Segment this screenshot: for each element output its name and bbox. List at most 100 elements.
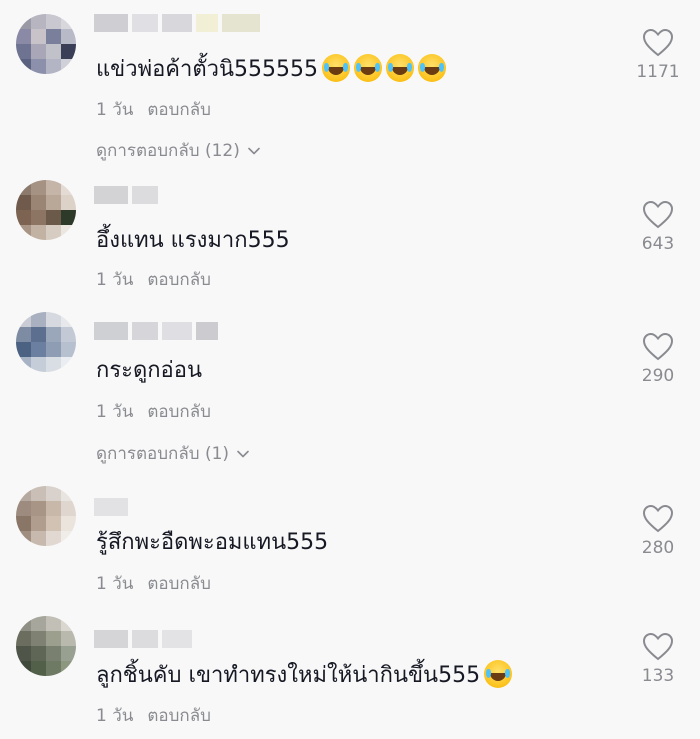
reply-button[interactable]: ตอบกลับ [147,266,211,293]
comment-text: ลูกชิ้นคับ เขาทำทรงใหม่ให้น่ากินขึ้น555 [96,660,513,691]
avatar-pixel [46,180,61,195]
username-pixel [132,322,158,340]
avatar-pixel [16,14,31,29]
avatar-pixel [61,59,76,74]
avatar-pixel [16,646,31,661]
username-pixel [196,14,218,32]
avatar-pixel [31,14,46,29]
username-redacted[interactable] [94,186,158,204]
avatar-pixel [46,59,61,74]
heart-outline-icon [642,200,674,229]
username-pixel [162,630,192,648]
face-with-tears-of-joy-emoji [322,54,351,82]
avatar-pixel [31,531,46,546]
face-with-tears-of-joy-emoji [418,54,447,82]
like-button[interactable]: 280 [636,504,680,558]
avatar-pixel [61,342,76,357]
heart-outline-icon [642,632,674,661]
face-with-tears-of-joy-emoji [354,54,383,82]
avatar-pixel [16,631,31,646]
avatar-pixel [46,327,61,342]
avatar-pixel [16,357,31,372]
heart-outline-icon [642,504,674,533]
avatar-pixel [31,44,46,59]
like-button[interactable]: 643 [636,200,680,254]
avatar-pixel [16,327,31,342]
username-pixel [132,14,158,32]
username-redacted[interactable] [94,498,128,516]
avatar-pixel [16,44,31,59]
comment-time: 1 วัน [96,402,134,422]
avatar-pixel [16,225,31,240]
avatar[interactable] [16,616,76,676]
avatar[interactable] [16,14,76,74]
like-count: 280 [641,538,675,558]
avatar-pixel [61,531,76,546]
avatar-pixel [61,327,76,342]
comment-meta: 1 วัน ตอบกลับ [96,266,211,293]
avatar-pixel [16,531,31,546]
avatar-pixel [46,661,61,676]
comment-time: 1 วัน [96,270,134,290]
comment-text: รู้สึกพะอืดพะอมแทน555 [96,530,329,555]
username-pixel [222,14,260,32]
avatar-pixel [61,180,76,195]
view-replies-button[interactable]: ดูการตอบกลับ (12) [96,137,262,164]
avatar[interactable] [16,312,76,372]
face-with-tears-of-joy-emoji [484,660,513,688]
avatar-pixel [46,195,61,210]
avatar[interactable] [16,486,76,546]
username-redacted[interactable] [94,14,260,32]
avatar-pixel [31,616,46,631]
username-redacted[interactable] [94,630,192,648]
like-button[interactable]: 133 [636,632,680,686]
username-pixel [132,630,158,648]
like-button[interactable]: 290 [636,332,680,386]
avatar-pixel [46,44,61,59]
username-pixel [132,186,158,204]
reply-button[interactable]: ตอบกลับ [147,96,211,123]
avatar-pixel [61,516,76,531]
like-button[interactable]: 1171 [636,28,680,82]
avatar-pixel [61,29,76,44]
emoji-group [318,54,447,82]
avatar-pixel [46,646,61,661]
avatar-pixel [16,210,31,225]
like-count: 290 [641,366,675,386]
avatar-pixel [16,516,31,531]
avatar-pixel [31,210,46,225]
avatar-pixel [46,616,61,631]
username-redacted[interactable] [94,322,218,340]
username-pixel [94,322,128,340]
reply-button[interactable]: ตอบกลับ [147,702,211,729]
avatar-pixel [31,357,46,372]
avatar-pixel [61,44,76,59]
comment-meta: 1 วัน ตอบกลับ [96,702,211,729]
avatar-pixel [46,486,61,501]
avatar-pixel [61,501,76,516]
like-count: 133 [641,666,675,686]
avatar-pixel [31,516,46,531]
comment-time: 1 วัน [96,100,134,120]
username-pixel [94,14,128,32]
comment-time: 1 วัน [96,574,134,594]
like-count: 643 [641,234,675,254]
emoji-group [480,660,513,688]
avatar-pixel [31,631,46,646]
view-replies-button[interactable]: ดูการตอบกลับ (1) [96,440,251,467]
avatar-pixel [61,661,76,676]
avatar-pixel [16,180,31,195]
heart-outline-icon [642,28,674,57]
username-pixel [94,186,128,204]
view-replies-label: ดูการตอบกลับ (12) [96,141,240,161]
reply-button[interactable]: ตอบกลับ [147,398,211,425]
avatar[interactable] [16,180,76,240]
avatar-pixel [31,312,46,327]
avatar-pixel [61,616,76,631]
avatar-pixel [16,661,31,676]
comment-time: 1 วัน [96,706,134,726]
avatar-pixel [31,195,46,210]
avatar-pixel [16,342,31,357]
avatar-pixel [46,14,61,29]
reply-button[interactable]: ตอบกลับ [147,570,211,597]
